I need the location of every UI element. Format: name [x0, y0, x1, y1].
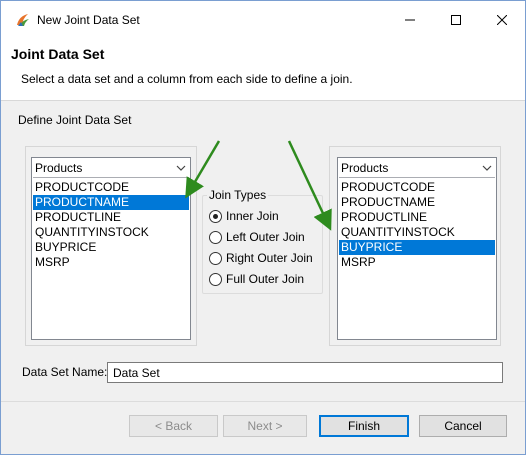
left-column-item[interactable]: PRODUCTCODE [33, 180, 189, 195]
minimize-button[interactable] [387, 1, 433, 39]
join-type-label: Inner Join [226, 209, 279, 223]
finish-button[interactable]: Finish [319, 415, 409, 437]
left-dataset-combo-value: Products [35, 161, 83, 175]
join-type-option[interactable]: Left Outer Join [209, 229, 305, 245]
left-column-item[interactable]: PRODUCTLINE [33, 210, 189, 225]
join-type-option[interactable]: Inner Join [209, 208, 279, 224]
right-column-list[interactable]: Products PRODUCTCODE PRODUCTNAME PRODUCTLI… [337, 157, 497, 340]
left-column-item[interactable]: BUYPRICE [33, 240, 189, 255]
cancel-button[interactable]: Cancel [419, 415, 507, 437]
right-column-item[interactable]: QUANTITYINSTOCK [339, 225, 495, 240]
right-column-item[interactable]: PRODUCTNAME [339, 195, 495, 210]
page-description: Select a data set and a column from each… [21, 72, 353, 86]
left-column-item[interactable]: MSRP [33, 255, 189, 270]
right-column-item[interactable]: BUYPRICE [339, 240, 495, 255]
dataset-name-label: Data Set Name: [22, 365, 108, 379]
join-type-label: Full Outer Join [226, 272, 305, 286]
join-types-title: Join Types [207, 188, 269, 202]
left-column-list[interactable]: Products PRODUCTCODE PRODUCTNAME PRODUCTLI… [31, 157, 191, 340]
section-label: Define Joint Data Set [18, 113, 132, 127]
close-button[interactable] [479, 1, 525, 39]
close-icon [497, 15, 507, 25]
radio-button[interactable] [209, 209, 222, 223]
right-column-item[interactable]: MSRP [339, 255, 495, 270]
maximize-button[interactable] [433, 1, 479, 39]
wizard-header: Joint Data Set Select a data set and a c… [1, 39, 525, 101]
right-dataset-combo-value: Products [341, 161, 389, 175]
left-dataset-combo[interactable]: Products [33, 159, 189, 178]
birt-app-icon [17, 14, 29, 26]
left-column-items: PRODUCTCODE PRODUCTNAME PRODUCTLINE QUANTIT… [33, 180, 189, 270]
page-title: Joint Data Set [11, 46, 105, 62]
window-title: New Joint Data Set [37, 13, 140, 27]
right-dataset-combo[interactable]: Products [339, 159, 495, 178]
right-dataset-panel: Products PRODUCTCODE PRODUCTNAME PRODUCTLI… [329, 146, 501, 346]
radio-button[interactable] [209, 230, 222, 244]
left-column-item[interactable]: PRODUCTNAME [33, 195, 189, 210]
right-column-item[interactable]: PRODUCTLINE [339, 210, 495, 225]
dataset-name-input[interactable] [107, 362, 503, 383]
join-type-option[interactable]: Full Outer Join [209, 271, 304, 287]
join-type-label: Left Outer Join [226, 230, 305, 244]
title-bar: New Joint Data Set [1, 1, 525, 39]
left-dataset-panel: Products PRODUCTCODE PRODUCTNAME PRODUCTLI… [25, 146, 197, 346]
footer-divider [1, 401, 525, 402]
chevron-down-icon [176, 165, 186, 171]
maximize-icon [451, 15, 461, 25]
left-column-item[interactable]: QUANTITYINSTOCK [33, 225, 189, 240]
back-button[interactable]: < Back [129, 415, 218, 437]
join-type-option[interactable]: Right Outer Join [209, 250, 313, 266]
join-type-label: Right Outer Join [226, 251, 313, 265]
new-joint-data-set-dialog: New Joint Data Set Joint Data Set Select… [0, 0, 526, 455]
right-column-item[interactable]: PRODUCTCODE [339, 180, 495, 195]
radio-button[interactable] [209, 251, 222, 265]
right-column-items: PRODUCTCODE PRODUCTNAME PRODUCTLINE QUANTIT… [339, 180, 495, 270]
radio-button[interactable] [209, 272, 222, 286]
chevron-down-icon [482, 165, 492, 171]
next-button[interactable]: Next > [223, 415, 307, 437]
minimize-icon [405, 19, 415, 21]
